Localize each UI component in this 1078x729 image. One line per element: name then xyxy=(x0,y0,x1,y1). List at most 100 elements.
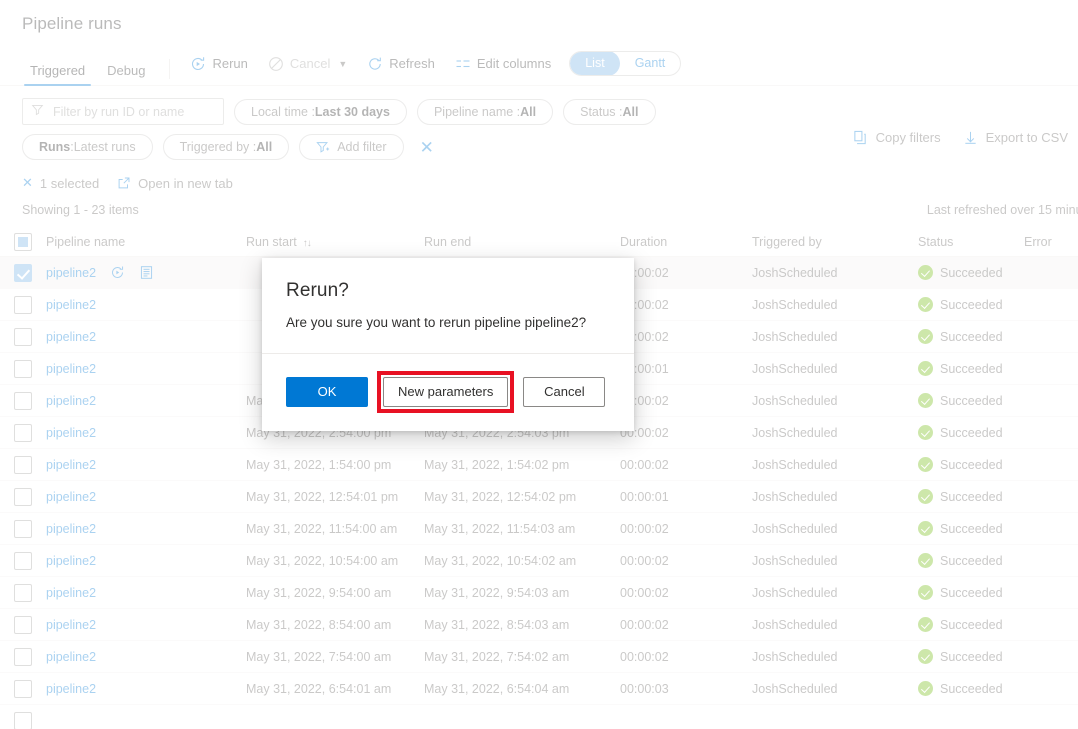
header-error[interactable]: Error xyxy=(1024,235,1078,249)
cell-pipeline-name[interactable]: pipeline2 xyxy=(46,362,246,376)
row-checkbox-cell[interactable] xyxy=(0,680,46,698)
row-checkbox[interactable] xyxy=(14,488,32,506)
cell-pipeline-name[interactable]: pipeline2 xyxy=(46,618,246,632)
row-checkbox[interactable] xyxy=(14,328,32,346)
row-checkbox[interactable] xyxy=(14,424,32,442)
row-checkbox[interactable] xyxy=(14,264,32,282)
cell-pipeline-name[interactable]: pipeline2 xyxy=(46,298,246,312)
refresh-button[interactable]: Refresh xyxy=(359,52,443,76)
select-all-checkbox-cell[interactable] xyxy=(0,233,46,251)
cell-pipeline-name[interactable]: pipeline2 xyxy=(46,554,246,568)
row-checkbox[interactable] xyxy=(14,712,32,729)
cancel-button[interactable]: Cancel ▼ xyxy=(260,52,355,76)
table-row[interactable]: pipeline2May 31, 2022, 6:54:01 amMay 31,… xyxy=(0,673,1078,705)
table-row[interactable]: pipeline2May 31, 2022, 9:54:00 amMay 31,… xyxy=(0,577,1078,609)
select-all-checkbox[interactable] xyxy=(14,233,32,251)
row-checkbox-cell[interactable] xyxy=(0,520,46,538)
pipeline-name-link[interactable]: pipeline2 xyxy=(46,490,96,504)
cell-pipeline-name[interactable]: pipeline2 xyxy=(46,394,246,408)
filter-pill-runs[interactable]: Runs : Latest runs xyxy=(22,134,153,160)
row-checkbox[interactable] xyxy=(14,392,32,410)
filter-pill-triggered-by[interactable]: Triggered by : All xyxy=(163,134,290,160)
pipeline-name-link[interactable]: pipeline2 xyxy=(46,682,96,696)
row-checkbox-cell[interactable] xyxy=(0,712,46,729)
row-checkbox-cell[interactable] xyxy=(0,328,46,346)
cell-pipeline-name[interactable]: pipeline2 xyxy=(46,458,246,472)
row-checkbox-cell[interactable] xyxy=(0,488,46,506)
copy-filters-button[interactable]: Copy filters xyxy=(853,130,941,145)
pipeline-name-link[interactable]: pipeline2 xyxy=(46,298,96,312)
row-checkbox[interactable] xyxy=(14,360,32,378)
pipeline-name-link[interactable]: pipeline2 xyxy=(46,650,96,664)
tab-triggered[interactable]: Triggered xyxy=(22,64,93,86)
add-filter-button[interactable]: Add filter xyxy=(299,134,403,160)
header-status[interactable]: Status xyxy=(918,235,1024,249)
pipeline-name-link[interactable]: pipeline2 xyxy=(46,554,96,568)
cell-pipeline-name[interactable]: pipeline2 xyxy=(46,265,246,280)
row-checkbox-cell[interactable] xyxy=(0,264,46,282)
filter-pill-status[interactable]: Status : All xyxy=(563,99,655,125)
table-row[interactable]: pipeline2May 31, 2022, 7:54:00 amMay 31,… xyxy=(0,641,1078,673)
header-duration[interactable]: Duration xyxy=(620,235,752,249)
search-input[interactable] xyxy=(51,104,215,120)
row-checkbox-cell[interactable] xyxy=(0,296,46,314)
cancel-dialog-button[interactable]: Cancel xyxy=(523,377,605,407)
pipeline-name-link[interactable]: pipeline2 xyxy=(46,426,96,440)
consumption-icon[interactable] xyxy=(139,265,154,280)
table-row[interactable]: pipeline2May 31, 2022, 12:54:01 pmMay 31… xyxy=(0,481,1078,513)
header-run-end[interactable]: Run end xyxy=(424,235,620,249)
table-row[interactable]: pipeline2May 31, 2022, 10:54:00 amMay 31… xyxy=(0,545,1078,577)
row-checkbox[interactable] xyxy=(14,456,32,474)
cell-pipeline-name[interactable]: pipeline2 xyxy=(46,650,246,664)
ok-button[interactable]: OK xyxy=(286,377,368,407)
row-checkbox-cell[interactable] xyxy=(0,392,46,410)
row-checkbox[interactable] xyxy=(14,648,32,666)
row-checkbox-cell[interactable] xyxy=(0,584,46,602)
row-checkbox[interactable] xyxy=(14,520,32,538)
toggle-option-list[interactable]: List xyxy=(570,51,619,76)
edit-columns-button[interactable]: Edit columns xyxy=(447,52,559,76)
export-to-csv-button[interactable]: Export to CSV xyxy=(963,130,1068,145)
cell-pipeline-name[interactable]: pipeline2 xyxy=(46,682,246,696)
pipeline-name-link[interactable]: pipeline2 xyxy=(46,266,96,280)
cell-pipeline-name[interactable]: pipeline2 xyxy=(46,586,246,600)
row-checkbox-cell[interactable] xyxy=(0,616,46,634)
table-row[interactable]: pipeline2May 31, 2022, 8:54:00 amMay 31,… xyxy=(0,609,1078,641)
row-checkbox-cell[interactable] xyxy=(0,456,46,474)
table-row[interactable] xyxy=(0,705,1078,729)
cell-pipeline-name[interactable]: pipeline2 xyxy=(46,490,246,504)
row-checkbox[interactable] xyxy=(14,296,32,314)
filter-pill-local-time[interactable]: Local time : Last 30 days xyxy=(234,99,407,125)
open-in-new-tab-button[interactable]: Open in new tab xyxy=(117,176,233,191)
cell-pipeline-name[interactable]: pipeline2 xyxy=(46,330,246,344)
cell-pipeline-name[interactable]: pipeline2 xyxy=(46,522,246,536)
header-pipeline-name[interactable]: Pipeline name xyxy=(46,235,246,249)
pipeline-name-link[interactable]: pipeline2 xyxy=(46,362,96,376)
pipeline-name-link[interactable]: pipeline2 xyxy=(46,522,96,536)
rerun-button[interactable]: Rerun xyxy=(182,52,255,76)
view-toggle[interactable]: List Gantt xyxy=(569,51,681,76)
row-checkbox[interactable] xyxy=(14,680,32,698)
search-box[interactable] xyxy=(22,98,224,125)
header-run-start[interactable]: Run start↑↓ xyxy=(246,235,424,249)
row-checkbox-cell[interactable] xyxy=(0,552,46,570)
row-checkbox[interactable] xyxy=(14,552,32,570)
toggle-option-gantt[interactable]: Gantt xyxy=(620,51,681,76)
header-triggered-by[interactable]: Triggered by xyxy=(752,235,918,249)
pipeline-name-link[interactable]: pipeline2 xyxy=(46,458,96,472)
row-checkbox-cell[interactable] xyxy=(0,648,46,666)
new-parameters-button[interactable]: New parameters xyxy=(383,377,508,407)
row-checkbox[interactable] xyxy=(14,584,32,602)
tab-debug[interactable]: Debug xyxy=(99,64,153,86)
table-row[interactable]: pipeline2May 31, 2022, 1:54:00 pmMay 31,… xyxy=(0,449,1078,481)
pipeline-name-link[interactable]: pipeline2 xyxy=(46,586,96,600)
row-checkbox-cell[interactable] xyxy=(0,424,46,442)
table-row[interactable]: pipeline2May 31, 2022, 11:54:00 amMay 31… xyxy=(0,513,1078,545)
pipeline-name-link[interactable]: pipeline2 xyxy=(46,394,96,408)
clear-filters-button[interactable]: ✕ xyxy=(414,136,440,159)
clear-selection-button[interactable]: ✕ 1 selected xyxy=(22,175,99,191)
rerun-row-icon[interactable] xyxy=(110,265,125,280)
pipeline-name-link[interactable]: pipeline2 xyxy=(46,618,96,632)
row-checkbox[interactable] xyxy=(14,616,32,634)
pipeline-name-link[interactable]: pipeline2 xyxy=(46,330,96,344)
